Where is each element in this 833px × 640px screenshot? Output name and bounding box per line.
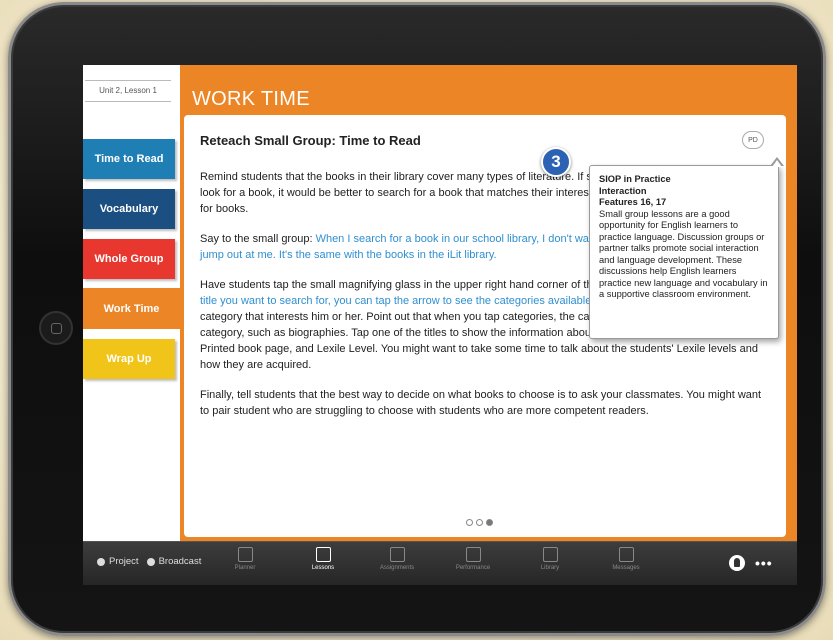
- page-dot-active[interactable]: [486, 519, 493, 526]
- broadcast-label[interactable]: Broadcast: [159, 556, 202, 567]
- page-indicator: [466, 519, 493, 526]
- siop-popover: SIOP in Practice Interaction Features 16…: [589, 157, 784, 339]
- tab-label: Messages: [612, 565, 640, 571]
- tab-label: Library: [540, 565, 560, 571]
- tab-performance[interactable]: Performance: [443, 547, 503, 571]
- popover-text: Small group lessons are a good opportuni…: [599, 208, 768, 300]
- card-title: Reteach Small Group: Time to Read: [200, 133, 421, 148]
- broadcast-radio-icon[interactable]: [146, 557, 155, 566]
- tab-label: Planner: [234, 565, 256, 571]
- app-screen: Unit 2, Lesson 1 Time to Read Vocabulary…: [83, 65, 797, 585]
- project-radio-icon[interactable]: [97, 557, 105, 566]
- page-dot[interactable]: [466, 519, 473, 526]
- tab-messages[interactable]: Messages: [596, 547, 656, 571]
- sidebar-item-whole-group[interactable]: Whole Group: [83, 239, 175, 279]
- bottom-toolbar: Project Broadcast Planner Lessons Assign…: [83, 541, 797, 585]
- user-icon[interactable]: [729, 555, 745, 571]
- page-dot[interactable]: [476, 519, 483, 526]
- tab-library[interactable]: Library: [520, 547, 580, 571]
- sidebar-item-vocabulary[interactable]: Vocabulary: [83, 189, 175, 229]
- tab-assignments[interactable]: Assignments: [367, 547, 427, 571]
- popover-subheading: Interaction: [599, 185, 647, 196]
- sidebar-item-wrap-up[interactable]: Wrap Up: [83, 339, 175, 379]
- performance-icon: [465, 547, 481, 562]
- paragraph-4: Finally, tell students that the best way…: [200, 389, 762, 417]
- popover-heading: SIOP in Practice: [599, 174, 671, 184]
- pd-button[interactable]: PD: [742, 131, 764, 149]
- unit-lesson-label: Unit 2, Lesson 1: [85, 80, 171, 102]
- project-label[interactable]: Project: [109, 556, 139, 567]
- toolbar-right: •••: [729, 555, 773, 571]
- lessons-icon: [315, 547, 331, 562]
- messages-icon: [618, 547, 634, 562]
- home-button[interactable]: [39, 311, 73, 345]
- ipad-frame: Unit 2, Lesson 1 Time to Read Vocabulary…: [8, 2, 826, 636]
- section-title: WORK TIME: [192, 88, 310, 110]
- library-icon: [542, 547, 558, 562]
- tab-planner[interactable]: Planner: [215, 547, 275, 571]
- sidebar-item-time-to-read[interactable]: Time to Read: [83, 139, 175, 179]
- tab-label: Lessons: [311, 565, 335, 571]
- sidebar-item-work-time[interactable]: Work Time: [83, 288, 180, 329]
- callout-number-badge: 3: [541, 147, 571, 177]
- p2-lead: Say to the small group:: [200, 233, 316, 245]
- lesson-sidebar: Unit 2, Lesson 1 Time to Read Vocabulary…: [83, 65, 180, 541]
- tab-label: Assignments: [379, 565, 415, 571]
- more-icon[interactable]: •••: [755, 556, 773, 570]
- toolbar-toggles: Project Broadcast: [97, 556, 201, 567]
- popover-features: Features 16, 17: [599, 197, 667, 207]
- tab-label: Performance: [455, 565, 491, 571]
- tab-lessons[interactable]: Lessons: [293, 547, 353, 571]
- popover-arrow-fill: [771, 159, 782, 167]
- planner-icon: [237, 547, 253, 562]
- home-square-icon: [50, 322, 62, 334]
- assignments-icon: [389, 547, 405, 562]
